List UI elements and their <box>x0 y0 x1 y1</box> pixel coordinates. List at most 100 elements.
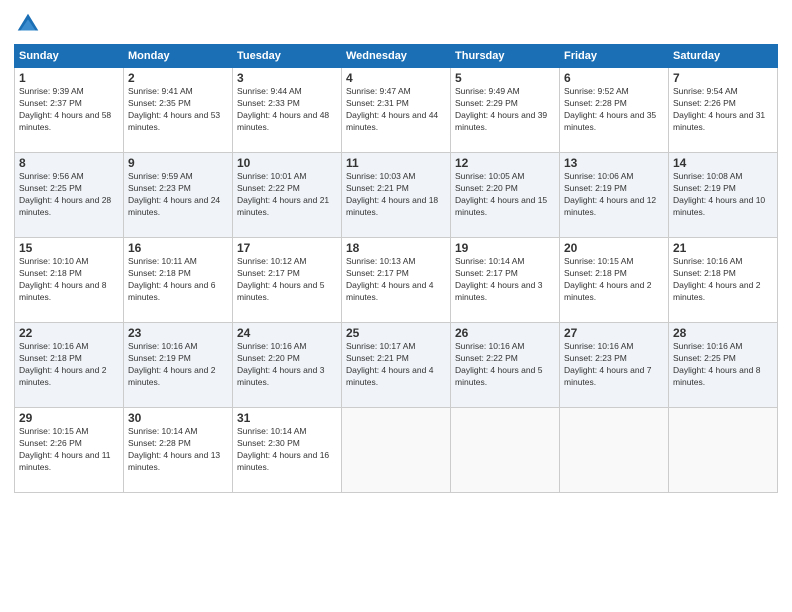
calendar-cell: 24 Sunrise: 10:16 AM Sunset: 2:20 PM Day… <box>233 323 342 408</box>
calendar-cell: 15 Sunrise: 10:10 AM Sunset: 2:18 PM Day… <box>15 238 124 323</box>
day-number: 28 <box>673 326 773 340</box>
calendar-cell: 11 Sunrise: 10:03 AM Sunset: 2:21 PM Day… <box>342 153 451 238</box>
calendar-cell <box>560 408 669 493</box>
day-info: Sunrise: 10:14 AM Sunset: 2:28 PM Daylig… <box>128 426 228 474</box>
day-info: Sunrise: 10:16 AM Sunset: 2:25 PM Daylig… <box>673 341 773 389</box>
calendar-cell: 1 Sunrise: 9:39 AM Sunset: 2:37 PM Dayli… <box>15 68 124 153</box>
day-number: 22 <box>19 326 119 340</box>
day-info: Sunrise: 10:16 AM Sunset: 2:23 PM Daylig… <box>564 341 664 389</box>
day-info: Sunrise: 10:16 AM Sunset: 2:18 PM Daylig… <box>673 256 773 304</box>
day-info: Sunrise: 10:01 AM Sunset: 2:22 PM Daylig… <box>237 171 337 219</box>
weekday-header-wednesday: Wednesday <box>342 45 451 68</box>
day-info: Sunrise: 9:59 AM Sunset: 2:23 PM Dayligh… <box>128 171 228 219</box>
day-info: Sunrise: 10:16 AM Sunset: 2:18 PM Daylig… <box>19 341 119 389</box>
day-info: Sunrise: 10:15 AM Sunset: 2:26 PM Daylig… <box>19 426 119 474</box>
calendar-cell: 14 Sunrise: 10:08 AM Sunset: 2:19 PM Day… <box>669 153 778 238</box>
day-info: Sunrise: 9:44 AM Sunset: 2:33 PM Dayligh… <box>237 86 337 134</box>
day-number: 17 <box>237 241 337 255</box>
header <box>14 10 778 38</box>
calendar-cell: 10 Sunrise: 10:01 AM Sunset: 2:22 PM Day… <box>233 153 342 238</box>
calendar-cell: 27 Sunrise: 10:16 AM Sunset: 2:23 PM Day… <box>560 323 669 408</box>
day-number: 9 <box>128 156 228 170</box>
day-info: Sunrise: 9:52 AM Sunset: 2:28 PM Dayligh… <box>564 86 664 134</box>
day-info: Sunrise: 10:06 AM Sunset: 2:19 PM Daylig… <box>564 171 664 219</box>
day-number: 29 <box>19 411 119 425</box>
day-number: 21 <box>673 241 773 255</box>
day-info: Sunrise: 9:49 AM Sunset: 2:29 PM Dayligh… <box>455 86 555 134</box>
calendar-cell: 29 Sunrise: 10:15 AM Sunset: 2:26 PM Day… <box>15 408 124 493</box>
weekday-header-monday: Monday <box>124 45 233 68</box>
calendar-cell: 6 Sunrise: 9:52 AM Sunset: 2:28 PM Dayli… <box>560 68 669 153</box>
calendar-cell: 8 Sunrise: 9:56 AM Sunset: 2:25 PM Dayli… <box>15 153 124 238</box>
logo <box>14 10 46 38</box>
day-info: Sunrise: 10:16 AM Sunset: 2:20 PM Daylig… <box>237 341 337 389</box>
day-number: 8 <box>19 156 119 170</box>
calendar-cell: 19 Sunrise: 10:14 AM Sunset: 2:17 PM Day… <box>451 238 560 323</box>
page: SundayMondayTuesdayWednesdayThursdayFrid… <box>0 0 792 612</box>
calendar-cell: 3 Sunrise: 9:44 AM Sunset: 2:33 PM Dayli… <box>233 68 342 153</box>
day-info: Sunrise: 10:11 AM Sunset: 2:18 PM Daylig… <box>128 256 228 304</box>
day-number: 19 <box>455 241 555 255</box>
calendar-cell: 28 Sunrise: 10:16 AM Sunset: 2:25 PM Day… <box>669 323 778 408</box>
weekday-header-saturday: Saturday <box>669 45 778 68</box>
calendar-cell <box>669 408 778 493</box>
calendar-cell: 20 Sunrise: 10:15 AM Sunset: 2:18 PM Day… <box>560 238 669 323</box>
weekday-header-friday: Friday <box>560 45 669 68</box>
day-number: 15 <box>19 241 119 255</box>
day-number: 6 <box>564 71 664 85</box>
calendar-cell: 17 Sunrise: 10:12 AM Sunset: 2:17 PM Day… <box>233 238 342 323</box>
calendar-cell: 25 Sunrise: 10:17 AM Sunset: 2:21 PM Day… <box>342 323 451 408</box>
day-info: Sunrise: 10:12 AM Sunset: 2:17 PM Daylig… <box>237 256 337 304</box>
day-info: Sunrise: 10:15 AM Sunset: 2:18 PM Daylig… <box>564 256 664 304</box>
logo-icon <box>14 10 42 38</box>
day-number: 3 <box>237 71 337 85</box>
day-number: 23 <box>128 326 228 340</box>
day-number: 14 <box>673 156 773 170</box>
calendar-cell: 2 Sunrise: 9:41 AM Sunset: 2:35 PM Dayli… <box>124 68 233 153</box>
weekday-header-thursday: Thursday <box>451 45 560 68</box>
day-number: 11 <box>346 156 446 170</box>
day-number: 25 <box>346 326 446 340</box>
day-info: Sunrise: 9:41 AM Sunset: 2:35 PM Dayligh… <box>128 86 228 134</box>
day-number: 1 <box>19 71 119 85</box>
day-info: Sunrise: 10:08 AM Sunset: 2:19 PM Daylig… <box>673 171 773 219</box>
calendar-cell: 23 Sunrise: 10:16 AM Sunset: 2:19 PM Day… <box>124 323 233 408</box>
calendar-cell <box>451 408 560 493</box>
day-number: 26 <box>455 326 555 340</box>
calendar-cell: 7 Sunrise: 9:54 AM Sunset: 2:26 PM Dayli… <box>669 68 778 153</box>
day-info: Sunrise: 9:47 AM Sunset: 2:31 PM Dayligh… <box>346 86 446 134</box>
calendar-cell: 5 Sunrise: 9:49 AM Sunset: 2:29 PM Dayli… <box>451 68 560 153</box>
calendar-cell: 21 Sunrise: 10:16 AM Sunset: 2:18 PM Day… <box>669 238 778 323</box>
day-number: 18 <box>346 241 446 255</box>
day-info: Sunrise: 9:39 AM Sunset: 2:37 PM Dayligh… <box>19 86 119 134</box>
calendar-cell: 13 Sunrise: 10:06 AM Sunset: 2:19 PM Day… <box>560 153 669 238</box>
day-info: Sunrise: 9:54 AM Sunset: 2:26 PM Dayligh… <box>673 86 773 134</box>
calendar-cell: 26 Sunrise: 10:16 AM Sunset: 2:22 PM Day… <box>451 323 560 408</box>
day-number: 20 <box>564 241 664 255</box>
day-info: Sunrise: 10:14 AM Sunset: 2:30 PM Daylig… <box>237 426 337 474</box>
day-info: Sunrise: 10:16 AM Sunset: 2:19 PM Daylig… <box>128 341 228 389</box>
day-number: 31 <box>237 411 337 425</box>
day-number: 10 <box>237 156 337 170</box>
calendar-cell: 16 Sunrise: 10:11 AM Sunset: 2:18 PM Day… <box>124 238 233 323</box>
calendar-cell <box>342 408 451 493</box>
calendar-cell: 31 Sunrise: 10:14 AM Sunset: 2:30 PM Day… <box>233 408 342 493</box>
day-info: Sunrise: 10:17 AM Sunset: 2:21 PM Daylig… <box>346 341 446 389</box>
day-number: 13 <box>564 156 664 170</box>
calendar: SundayMondayTuesdayWednesdayThursdayFrid… <box>14 44 778 493</box>
calendar-cell: 30 Sunrise: 10:14 AM Sunset: 2:28 PM Day… <box>124 408 233 493</box>
day-number: 27 <box>564 326 664 340</box>
calendar-cell: 18 Sunrise: 10:13 AM Sunset: 2:17 PM Day… <box>342 238 451 323</box>
calendar-cell: 22 Sunrise: 10:16 AM Sunset: 2:18 PM Day… <box>15 323 124 408</box>
day-number: 16 <box>128 241 228 255</box>
weekday-header-tuesday: Tuesday <box>233 45 342 68</box>
day-info: Sunrise: 10:03 AM Sunset: 2:21 PM Daylig… <box>346 171 446 219</box>
day-info: Sunrise: 10:16 AM Sunset: 2:22 PM Daylig… <box>455 341 555 389</box>
day-info: Sunrise: 10:05 AM Sunset: 2:20 PM Daylig… <box>455 171 555 219</box>
day-info: Sunrise: 10:13 AM Sunset: 2:17 PM Daylig… <box>346 256 446 304</box>
day-number: 24 <box>237 326 337 340</box>
day-number: 4 <box>346 71 446 85</box>
day-number: 12 <box>455 156 555 170</box>
day-info: Sunrise: 10:14 AM Sunset: 2:17 PM Daylig… <box>455 256 555 304</box>
calendar-cell: 9 Sunrise: 9:59 AM Sunset: 2:23 PM Dayli… <box>124 153 233 238</box>
